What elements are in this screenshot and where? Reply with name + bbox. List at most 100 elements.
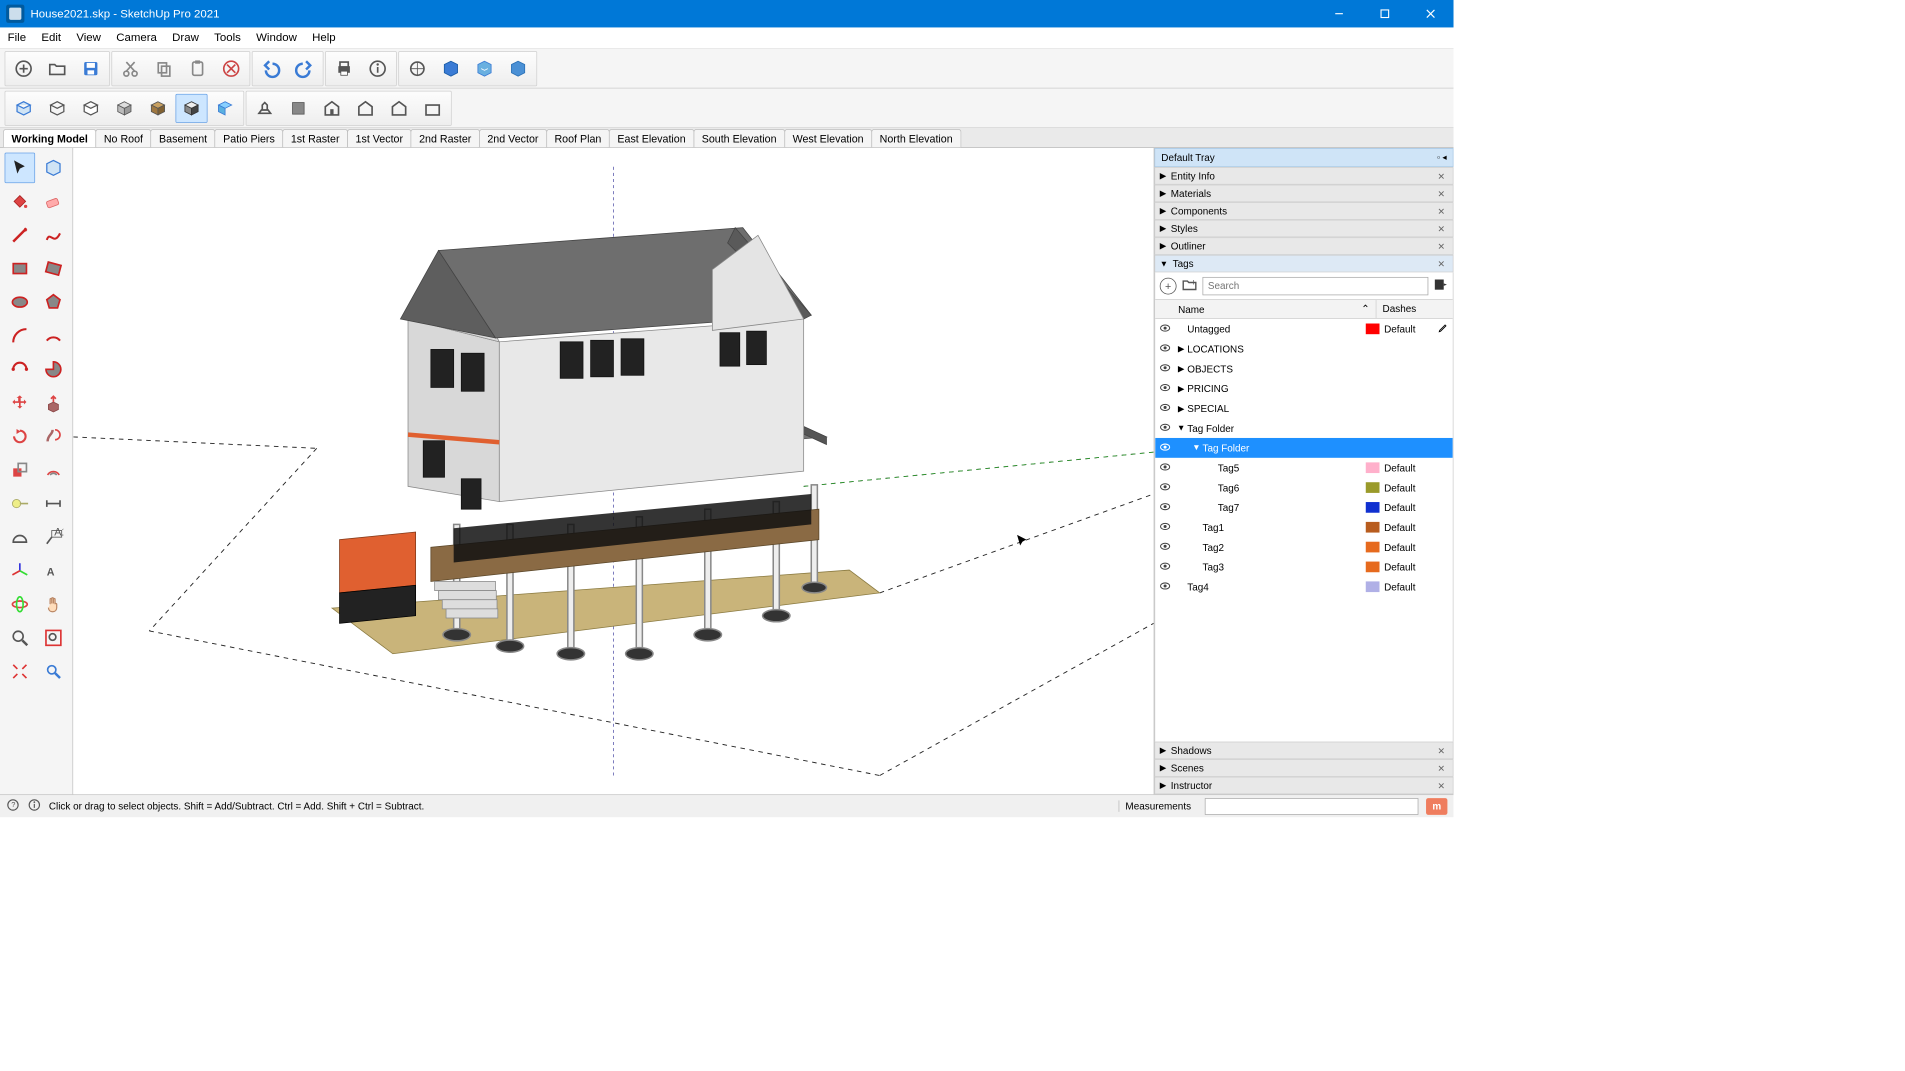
eraser-tool[interactable]: [38, 186, 69, 217]
tray-header[interactable]: Default Tray ▫ ◂: [1154, 148, 1453, 167]
tags-menu-button[interactable]: [1433, 277, 1448, 295]
tag-row[interactable]: Tag1Default: [1155, 517, 1453, 537]
zoom-window-tool[interactable]: [38, 623, 69, 654]
menu-file[interactable]: File: [0, 27, 34, 48]
tag-color-swatch[interactable]: [1366, 482, 1380, 493]
visibility-toggle[interactable]: [1155, 322, 1175, 336]
close-panel-icon[interactable]: ✕: [1434, 241, 1448, 252]
visibility-toggle[interactable]: [1155, 460, 1175, 474]
paint-bucket-tool[interactable]: [5, 186, 36, 217]
close-panel-icon[interactable]: ✕: [1434, 223, 1448, 234]
pan-tool[interactable]: [38, 589, 69, 620]
tags-column-dashes[interactable]: Dashes: [1376, 300, 1452, 318]
visibility-toggle[interactable]: [1155, 520, 1175, 534]
print-button[interactable]: [328, 54, 360, 83]
tag-row[interactable]: ▼Tag Folder: [1155, 438, 1453, 458]
tag-row[interactable]: Tag5Default: [1155, 458, 1453, 478]
rotated-rect-tool[interactable]: [38, 253, 69, 284]
2point-arc-tool[interactable]: [38, 320, 69, 351]
scene-tab[interactable]: No Roof: [95, 129, 151, 147]
style-wireframe-button[interactable]: [41, 93, 73, 122]
polygon-tool[interactable]: [38, 287, 69, 318]
scene-tab[interactable]: East Elevation: [609, 129, 694, 147]
view-iso-button[interactable]: [249, 93, 281, 122]
scale-tool[interactable]: [5, 455, 36, 486]
tag-row[interactable]: Tag6Default: [1155, 478, 1453, 498]
menu-edit[interactable]: Edit: [34, 27, 69, 48]
previous-view-tool[interactable]: [38, 656, 69, 687]
visibility-toggle[interactable]: [1155, 401, 1175, 415]
3dtext-tool[interactable]: A: [38, 555, 69, 586]
info-icon[interactable]: [27, 798, 41, 814]
protractor-tool[interactable]: [5, 522, 36, 553]
delete-button[interactable]: [215, 54, 247, 83]
tag-color-swatch[interactable]: [1366, 324, 1380, 335]
tag-color-swatch[interactable]: [1366, 562, 1380, 573]
edit-icon[interactable]: [1437, 322, 1452, 335]
tag-row[interactable]: ▶SPECIAL: [1155, 398, 1453, 418]
close-panel-icon[interactable]: ✕: [1434, 171, 1448, 182]
expand-arrow[interactable]: ▶: [1175, 364, 1187, 374]
tag-color-swatch[interactable]: [1366, 522, 1380, 533]
undo-button[interactable]: [255, 54, 287, 83]
tags-search-input[interactable]: [1202, 277, 1428, 295]
dimension-tool[interactable]: [38, 488, 69, 519]
close-panel-icon[interactable]: ✕: [1434, 763, 1448, 774]
tray-panel-instructor[interactable]: ▶Instructor✕: [1154, 777, 1453, 795]
menu-camera[interactable]: Camera: [109, 27, 165, 48]
scene-tab[interactable]: 2nd Raster: [411, 129, 480, 147]
pushpull-tool[interactable]: [38, 388, 69, 419]
tag-row[interactable]: Tag4Default: [1155, 577, 1453, 597]
extension-manager-button[interactable]: [502, 54, 534, 83]
viewport-3d[interactable]: [73, 148, 1154, 794]
tray-panel-entity-info[interactable]: ▶Entity Info✕: [1154, 167, 1453, 185]
visibility-toggle[interactable]: [1155, 381, 1175, 395]
tray-panel-shadows[interactable]: ▶Shadows✕: [1154, 742, 1453, 760]
tape-tool[interactable]: [5, 488, 36, 519]
3point-arc-tool[interactable]: [5, 354, 36, 385]
open-file-button[interactable]: [41, 54, 73, 83]
visibility-toggle[interactable]: [1155, 341, 1175, 355]
style-monochrome-button[interactable]: [175, 93, 207, 122]
tags-panel-header[interactable]: ▼ Tags ✕: [1154, 255, 1453, 273]
close-panel-icon[interactable]: ✕: [1434, 206, 1448, 217]
scene-tab[interactable]: Basement: [151, 129, 216, 147]
scene-tab[interactable]: South Elevation: [693, 129, 785, 147]
style-colored-button[interactable]: [209, 93, 241, 122]
view-top-button[interactable]: [282, 93, 314, 122]
scene-tab[interactable]: 2nd Vector: [479, 129, 547, 147]
redo-button[interactable]: [288, 54, 320, 83]
scene-tab[interactable]: 1st Vector: [347, 129, 411, 147]
menu-help[interactable]: Help: [304, 27, 343, 48]
tray-panel-styles[interactable]: ▶Styles✕: [1154, 220, 1453, 238]
close-panel-icon[interactable]: ✕: [1434, 188, 1448, 199]
circle-tool[interactable]: [5, 287, 36, 318]
arc-tool[interactable]: [5, 320, 36, 351]
3d-warehouse-button[interactable]: [435, 54, 467, 83]
scene-tab[interactable]: North Elevation: [871, 129, 961, 147]
visibility-toggle[interactable]: [1155, 421, 1175, 435]
view-right-button[interactable]: [349, 93, 381, 122]
paste-button[interactable]: [182, 54, 214, 83]
minimize-button[interactable]: [1316, 0, 1362, 27]
tag-row[interactable]: ▶LOCATIONS: [1155, 339, 1453, 359]
cut-button[interactable]: [114, 54, 146, 83]
line-tool[interactable]: [5, 220, 36, 251]
expand-arrow[interactable]: ▼: [1175, 443, 1202, 452]
close-panel-icon[interactable]: ✕: [1434, 258, 1448, 269]
visibility-toggle[interactable]: [1155, 579, 1175, 593]
tray-pin-icon[interactable]: ▫ ◂: [1437, 153, 1447, 163]
model-info-button[interactable]: [362, 54, 394, 83]
tray-panel-components[interactable]: ▶Components✕: [1154, 202, 1453, 220]
scene-tab[interactable]: Working Model: [3, 129, 96, 147]
scene-tab[interactable]: 1st Raster: [282, 129, 347, 147]
zoom-extents-tool[interactable]: [5, 656, 36, 687]
close-panel-icon[interactable]: ✕: [1434, 780, 1448, 791]
freehand-tool[interactable]: [38, 220, 69, 251]
text-tool[interactable]: A1: [38, 522, 69, 553]
style-textured-button[interactable]: [142, 93, 174, 122]
style-hidden-button[interactable]: [75, 93, 107, 122]
new-file-button[interactable]: [8, 54, 40, 83]
save-button[interactable]: [75, 54, 107, 83]
tag-row[interactable]: ▶PRICING: [1155, 378, 1453, 398]
